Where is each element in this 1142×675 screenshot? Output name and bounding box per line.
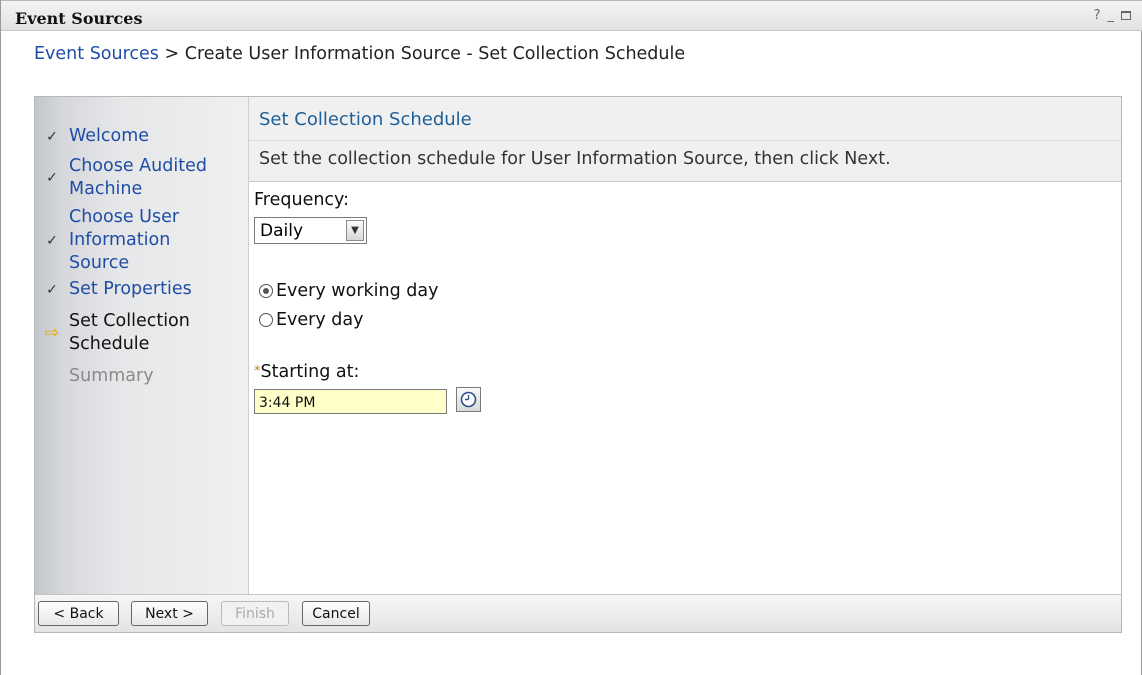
arrow-right-icon: ⇨ — [44, 323, 60, 343]
step-welcome[interactable]: ✓ Welcome — [35, 125, 249, 148]
radio-label: Every working day — [276, 281, 439, 301]
radio-every-day[interactable]: Every day — [259, 310, 363, 330]
frequency-select[interactable]: Daily ▼ — [254, 217, 367, 244]
step-set-properties[interactable]: ✓ Set Properties — [35, 278, 249, 301]
portlet-titlebar: Event Sources ? _ — [1, 0, 1142, 31]
help-icon[interactable]: ? — [1094, 8, 1101, 23]
divider — [249, 140, 1121, 141]
clock-icon — [460, 391, 477, 408]
cancel-button[interactable]: Cancel — [302, 601, 370, 626]
radio-every-working-day[interactable]: Every working day — [259, 281, 438, 301]
chevron-down-icon[interactable]: ▼ — [346, 220, 364, 241]
frequency-value: Daily — [260, 221, 304, 241]
clock-picker-button[interactable] — [456, 387, 481, 412]
next-button[interactable]: Next > — [131, 601, 208, 626]
frequency-label: Frequency: — [254, 190, 350, 210]
starting-at-input[interactable]: 3:44 PM — [254, 389, 447, 414]
step-choose-audited-machine[interactable]: ✓ Choose Audited Machine — [35, 155, 235, 201]
radio-button[interactable] — [259, 284, 273, 298]
wizard-steps-sidebar: ✓ Welcome ✓ Choose Audited Machine ✓ Cho… — [35, 97, 249, 594]
wizard-main-panel: Set Collection Schedule Set the collecti… — [249, 97, 1121, 594]
check-icon: ✓ — [46, 170, 58, 186]
finish-button[interactable]: Finish — [221, 601, 289, 626]
breadcrumb-link-event-sources[interactable]: Event Sources — [34, 44, 159, 64]
check-icon: ✓ — [46, 281, 58, 298]
page-title: Set Collection Schedule — [259, 109, 472, 130]
breadcrumb-current: Create User Information Source - Set Col… — [184, 44, 686, 64]
page-description: Set the collection schedule for User Inf… — [259, 149, 891, 169]
breadcrumb-separator: > — [158, 44, 185, 64]
page-header: Set Collection Schedule Set the collecti… — [249, 97, 1121, 182]
maximize-icon[interactable] — [1121, 11, 1131, 20]
radio-button[interactable] — [259, 313, 273, 327]
step-choose-user-information-source[interactable]: ✓ Choose User Information Source — [35, 206, 249, 275]
step-label: Set Collection Schedule — [69, 311, 190, 354]
check-icon: ✓ — [46, 128, 58, 145]
step-label: Summary — [69, 366, 154, 386]
wizard-panel: ✓ Welcome ✓ Choose Audited Machine ✓ Cho… — [34, 96, 1122, 633]
radio-label: Every day — [276, 310, 364, 330]
step-summary: Summary — [35, 365, 249, 388]
back-button[interactable]: < Back — [38, 601, 119, 626]
starting-at-text: Starting at: — [260, 362, 360, 382]
step-label: Choose Audited Machine — [69, 156, 207, 199]
window-title: Event Sources — [15, 9, 143, 28]
window-controls: ? _ — [1094, 8, 1131, 23]
breadcrumb: Event Sources > Create User Information … — [34, 44, 685, 64]
step-label: Welcome — [69, 126, 150, 146]
minimize-icon[interactable]: _ — [1108, 8, 1115, 23]
step-label: Set Properties — [69, 279, 192, 299]
step-set-collection-schedule: ⇨ Set Collection Schedule — [35, 310, 249, 356]
check-icon: ✓ — [46, 232, 58, 249]
wizard-footer: < Back Next > Finish Cancel — [35, 594, 1121, 632]
step-label: Choose User Information Source — [69, 207, 180, 273]
starting-at-label: *Starting at: — [254, 362, 359, 382]
portlet-window: Event Sources ? _ Event Sources > Create… — [0, 0, 1142, 675]
